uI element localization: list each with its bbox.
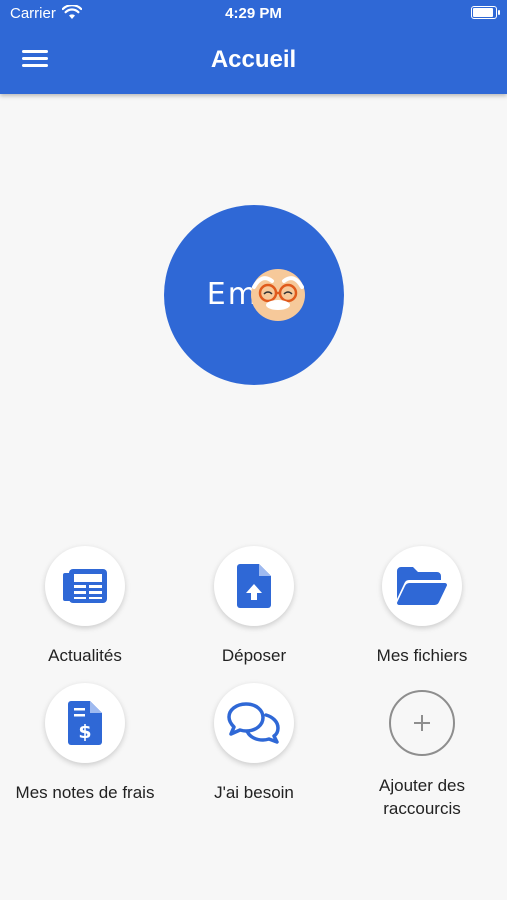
newspaper-icon xyxy=(45,546,125,626)
folder-open-icon xyxy=(382,546,462,626)
shortcut-label: Mes fichiers xyxy=(376,646,468,665)
invoice-dollar-icon: $ xyxy=(45,683,125,763)
shortcut-mes-fichiers[interactable]: Mes fichiers xyxy=(337,546,507,667)
emile-logo: Emi e xyxy=(164,205,344,385)
plus-icon xyxy=(389,690,455,756)
page-title: Accueil xyxy=(210,46,297,73)
shortcut-jai-besoin[interactable]: J'ai besoin xyxy=(169,683,339,804)
battery-icon xyxy=(471,6,500,19)
status-bar: Carrier 4:29 PM xyxy=(0,0,507,28)
shortcut-label: Mes notes de frais xyxy=(15,783,155,802)
mascot-face-icon xyxy=(251,269,305,321)
svg-text:$: $ xyxy=(78,721,91,743)
clock-time: 4:29 PM xyxy=(225,5,282,22)
shortcut-label: Déposer xyxy=(221,646,287,665)
file-upload-icon xyxy=(214,546,294,626)
shortcut-label: J'ai besoin xyxy=(214,783,294,802)
shortcut-label: Actualités xyxy=(48,646,122,665)
shortcut-deposer[interactable]: Déposer xyxy=(169,546,339,667)
shortcut-label: Ajouter des raccourcis xyxy=(379,776,465,818)
app-header: Carrier 4:29 PM Accueil xyxy=(0,0,507,94)
shortcut-ajouter-raccourcis[interactable]: Ajouter des raccourcis xyxy=(337,683,507,820)
shortcut-mes-notes-de-frais[interactable]: $ Mes notes de frais xyxy=(0,683,170,804)
chat-bubbles-icon xyxy=(214,683,294,763)
shortcut-actualites[interactable]: Actualités xyxy=(0,546,170,667)
